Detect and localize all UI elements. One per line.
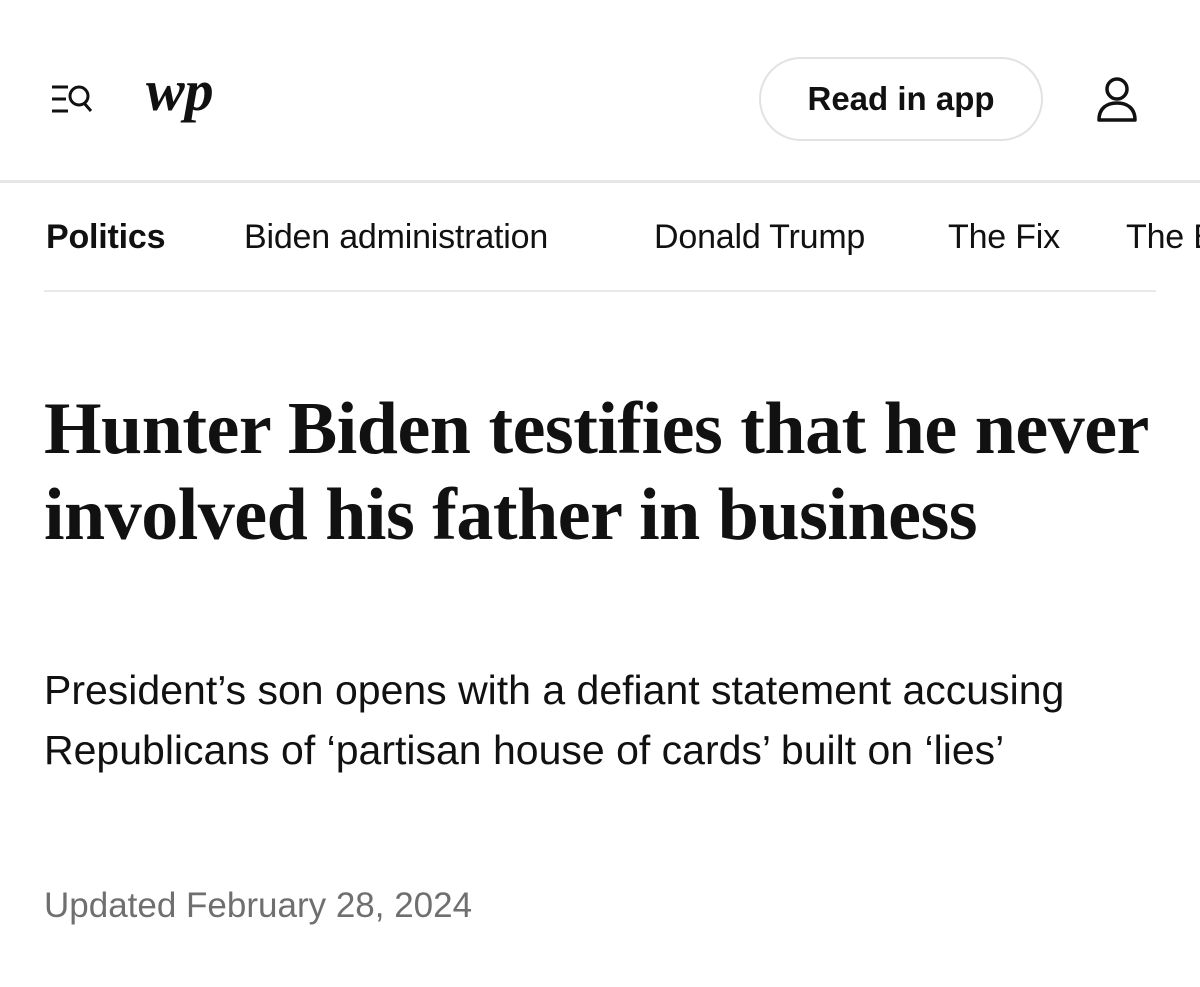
washington-post-logo[interactable]: wp: [144, 58, 230, 134]
nav-item-the-e[interactable]: The E: [1126, 218, 1200, 257]
nav-item-politics[interactable]: Politics: [46, 218, 166, 257]
read-in-app-button[interactable]: Read in app: [759, 57, 1043, 141]
article-headline: Hunter Biden testifies that he never inv…: [44, 388, 1148, 556]
article-subheadline: President’s son opens with a defiant sta…: [44, 667, 1065, 773]
nav-item-donald-trump[interactable]: Donald Trump: [654, 218, 865, 257]
svg-text:wp: wp: [146, 62, 214, 123]
section-nav: Politics Biden administration Donald Tru…: [0, 186, 1200, 290]
account-icon[interactable]: [1094, 76, 1140, 124]
nav-item-the-fix[interactable]: The Fix: [948, 218, 1060, 257]
menu-search-icon[interactable]: [46, 78, 96, 122]
article-timestamp: Updated February 28, 2024: [44, 886, 473, 925]
nav-item-biden-administration[interactable]: Biden administration: [244, 218, 548, 257]
site-header: wp Read in app: [0, 0, 1200, 183]
nav-divider: [44, 290, 1156, 292]
